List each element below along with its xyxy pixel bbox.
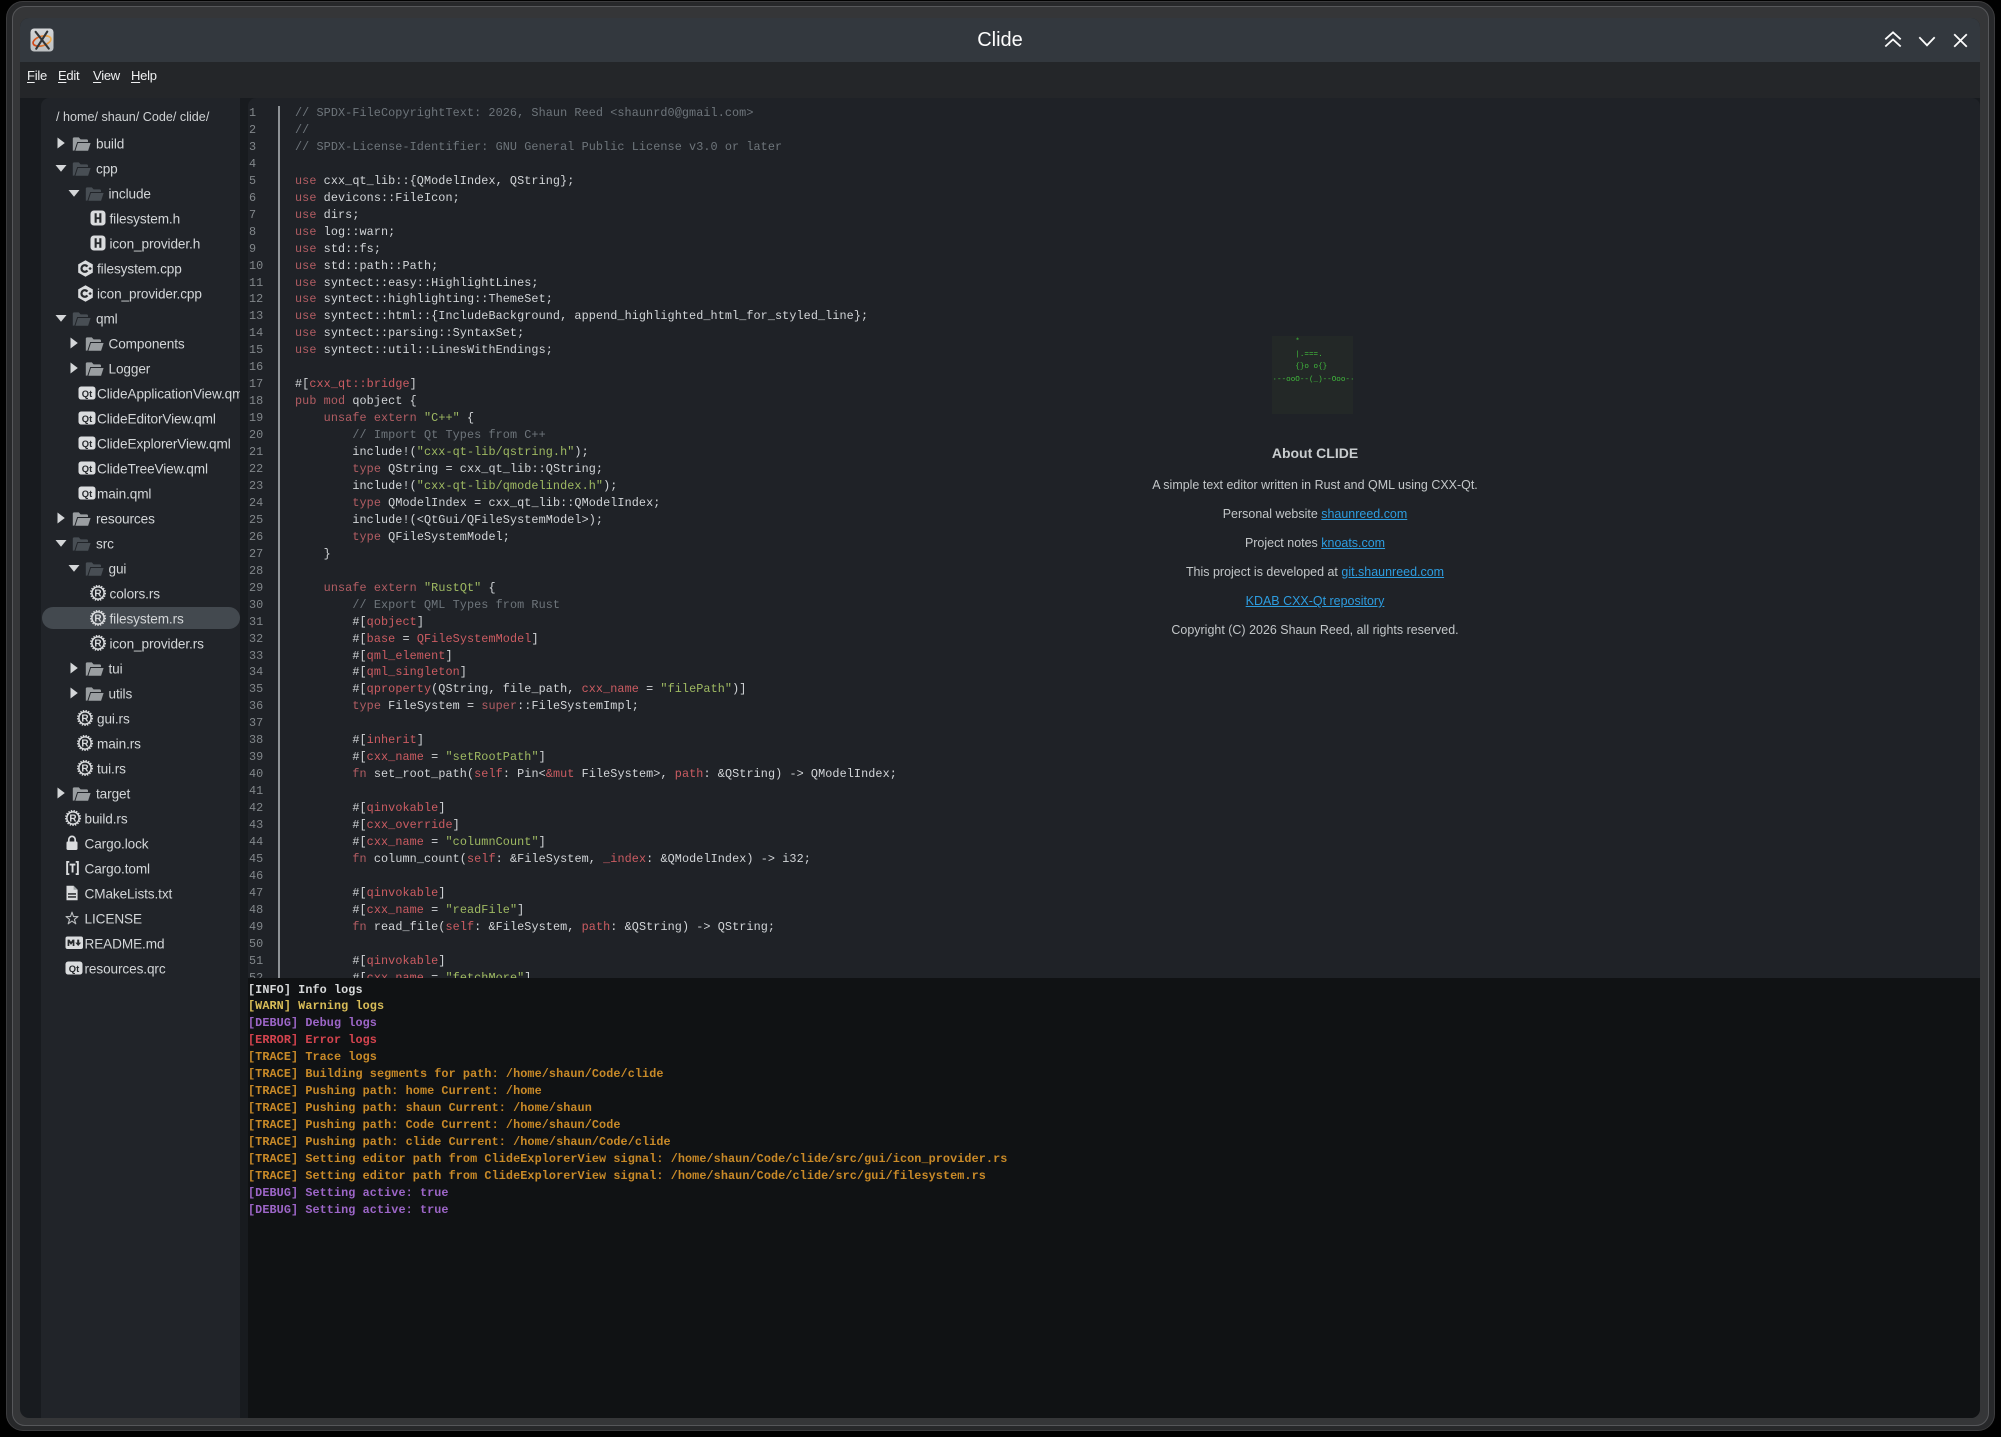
svg-text:Qt: Qt (81, 388, 91, 399)
svg-text:Qt: Qt (81, 463, 91, 474)
svg-text:R: R (81, 764, 89, 775)
svg-text:R: R (81, 714, 89, 725)
svg-text:R: R (94, 589, 102, 600)
svg-text:Qt: Qt (81, 413, 91, 424)
svg-text:R: R (94, 639, 102, 650)
svg-text:Qt: Qt (69, 963, 79, 974)
svg-text:R: R (69, 814, 77, 825)
svg-text:R: R (94, 614, 102, 625)
svg-text:Qt: Qt (81, 438, 91, 449)
svg-text:R: R (81, 739, 89, 750)
svg-text:Qt: Qt (81, 488, 91, 499)
